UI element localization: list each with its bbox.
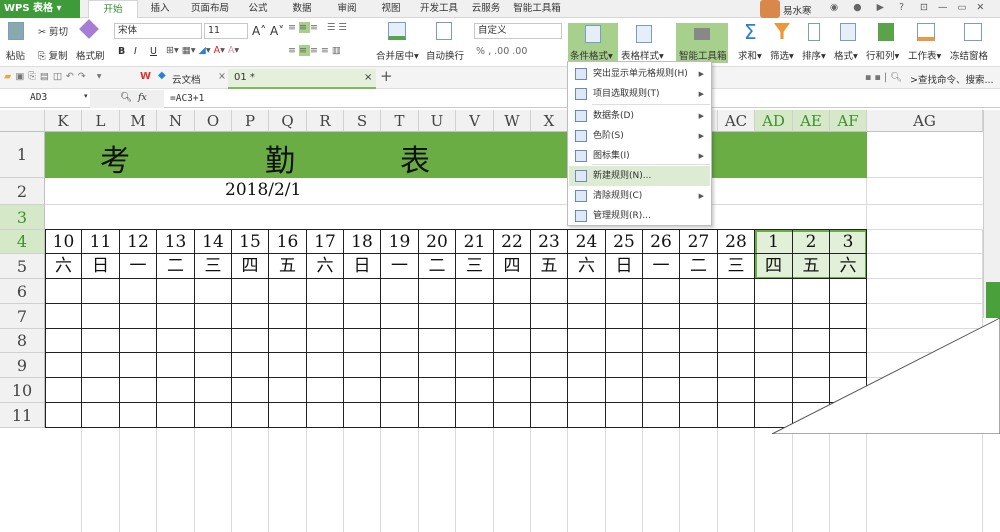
page-curl: [771, 317, 1000, 434]
submenu-arrow-icon: ▶: [698, 192, 704, 200]
menu-item[interactable]: 色阶(S) ▶: [569, 126, 710, 146]
rule-icon: [575, 190, 587, 202]
menu-item[interactable]: 管理规则(R)...: [569, 206, 710, 226]
menu-item[interactable]: 数据条(D) ▶: [569, 106, 710, 126]
page-curl-overlay: [771, 317, 1000, 434]
submenu-arrow-icon: ▶: [698, 90, 704, 98]
rule-icon: [575, 68, 587, 80]
rule-icon: [575, 210, 587, 222]
rule-icon: [575, 150, 587, 162]
menu-item-label: 管理规则(R)...: [593, 211, 651, 221]
menu-item-label: 色阶(S): [593, 131, 624, 141]
submenu-arrow-icon: ▶: [698, 112, 704, 120]
menu-item[interactable]: 项目选取规则(T) ▶: [569, 84, 710, 104]
rule-icon: [575, 88, 587, 100]
menu-item[interactable]: 新建规则(N)...: [569, 166, 710, 186]
menu-item[interactable]: 图标集(I) ▶: [569, 146, 710, 166]
menu-item-label: 数据条(D): [593, 111, 634, 121]
menu-item-label: 新建规则(N)...: [593, 171, 652, 181]
submenu-arrow-icon: ▶: [698, 132, 704, 140]
menu-item-label: 清除规则(C): [593, 191, 643, 201]
submenu-arrow-icon: ▶: [698, 70, 704, 78]
menu-item-label: 图标集(I): [593, 151, 630, 161]
menu-item[interactable]: 清除规则(C) ▶: [569, 186, 710, 206]
menu-item[interactable]: 突出显示单元格规则(H) ▶: [569, 64, 710, 84]
menu-divider: [592, 164, 710, 165]
rule-icon: [575, 110, 587, 122]
menu-item-label: 项目选取规则(T): [593, 89, 660, 99]
conditional-format-menu: 突出显示单元格规则(H) ▶ 项目选取规则(T) ▶ 数据条(D) ▶ 色阶(S) ▶ 图标集(…: [567, 61, 712, 226]
menu-item-label: 突出显示单元格规则(H): [593, 69, 688, 79]
rule-icon: [575, 170, 587, 182]
submenu-arrow-icon: ▶: [698, 152, 704, 160]
menu-divider: [592, 104, 710, 105]
rule-icon: [575, 130, 587, 142]
